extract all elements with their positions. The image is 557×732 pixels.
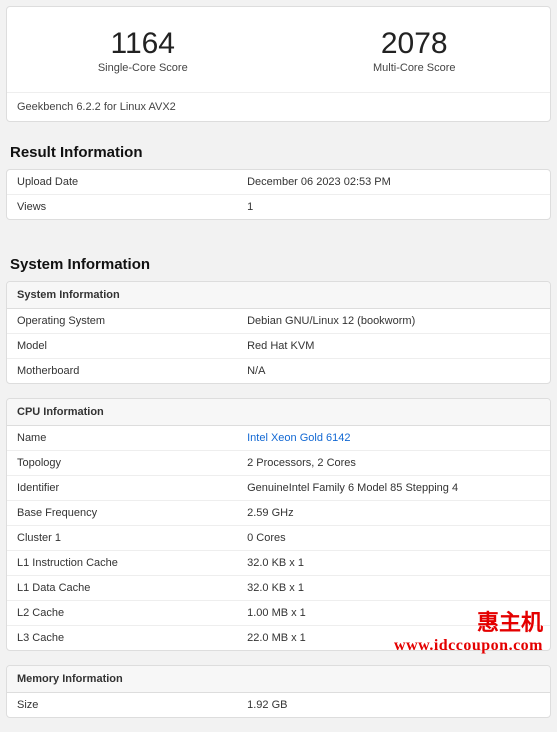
cpu-row: L1 Instruction Cache 32.0 KB x 1 bbox=[7, 551, 550, 576]
cpu-val: 0 Cores bbox=[247, 532, 540, 544]
system-info-panel-title: System Information bbox=[7, 282, 550, 309]
cpu-info-panel: CPU Information Name Intel Xeon Gold 614… bbox=[6, 398, 551, 651]
cpu-name-link[interactable]: Intel Xeon Gold 6142 bbox=[247, 432, 540, 444]
cpu-row: Topology 2 Processors, 2 Cores bbox=[7, 451, 550, 476]
cpu-row: L1 Data Cache 32.0 KB x 1 bbox=[7, 576, 550, 601]
cpu-val: 22.0 MB x 1 bbox=[247, 632, 540, 644]
cpu-row: L3 Cache 22.0 MB x 1 bbox=[7, 626, 550, 650]
system-key: Motherboard bbox=[17, 365, 247, 377]
result-key: Upload Date bbox=[17, 176, 247, 188]
single-core-score: 1164 Single-Core Score bbox=[7, 7, 279, 92]
result-val: 1 bbox=[247, 201, 540, 213]
cpu-key: Name bbox=[17, 432, 247, 444]
system-key: Operating System bbox=[17, 315, 247, 327]
cpu-val: 2 Processors, 2 Cores bbox=[247, 457, 540, 469]
system-info-panel: System Information Operating System Debi… bbox=[6, 281, 551, 384]
result-info-panel: Upload Date December 06 2023 02:53 PM Vi… bbox=[6, 169, 551, 220]
cpu-val: 32.0 KB x 1 bbox=[247, 582, 540, 594]
cpu-key: L2 Cache bbox=[17, 607, 247, 619]
memory-info-panel-title: Memory Information bbox=[7, 666, 550, 693]
cpu-val: 32.0 KB x 1 bbox=[247, 557, 540, 569]
cpu-info-panel-title: CPU Information bbox=[7, 399, 550, 426]
cpu-row: L2 Cache 1.00 MB x 1 bbox=[7, 601, 550, 626]
cpu-row: Cluster 1 0 Cores bbox=[7, 526, 550, 551]
cpu-row: Name Intel Xeon Gold 6142 bbox=[7, 426, 550, 451]
memory-key: Size bbox=[17, 699, 247, 711]
system-val: N/A bbox=[247, 365, 540, 377]
cpu-key: L1 Instruction Cache bbox=[17, 557, 247, 569]
scores-row: 1164 Single-Core Score 2078 Multi-Core S… bbox=[7, 7, 550, 93]
system-row: Operating System Debian GNU/Linux 12 (bo… bbox=[7, 309, 550, 334]
score-footer: Geekbench 6.2.2 for Linux AVX2 bbox=[7, 93, 550, 121]
single-core-value: 1164 bbox=[17, 27, 269, 60]
cpu-key: L1 Data Cache bbox=[17, 582, 247, 594]
multi-core-label: Multi-Core Score bbox=[289, 62, 541, 74]
system-row: Motherboard N/A bbox=[7, 359, 550, 383]
cpu-val: 2.59 GHz bbox=[247, 507, 540, 519]
score-card: 1164 Single-Core Score 2078 Multi-Core S… bbox=[6, 6, 551, 122]
multi-core-value: 2078 bbox=[289, 27, 541, 60]
cpu-key: Topology bbox=[17, 457, 247, 469]
result-val: December 06 2023 02:53 PM bbox=[247, 176, 540, 188]
cpu-key: Cluster 1 bbox=[17, 532, 247, 544]
result-key: Views bbox=[17, 201, 247, 213]
single-core-label: Single-Core Score bbox=[17, 62, 269, 74]
result-row: Views 1 bbox=[7, 195, 550, 219]
cpu-val: 1.00 MB x 1 bbox=[247, 607, 540, 619]
result-info-heading: Result Information bbox=[0, 122, 557, 169]
system-val: Debian GNU/Linux 12 (bookworm) bbox=[247, 315, 540, 327]
system-row: Model Red Hat KVM bbox=[7, 334, 550, 359]
memory-info-panel: Memory Information Size 1.92 GB bbox=[6, 665, 551, 718]
system-info-heading: System Information bbox=[0, 234, 557, 281]
memory-val: 1.92 GB bbox=[247, 699, 540, 711]
cpu-val: GenuineIntel Family 6 Model 85 Stepping … bbox=[247, 482, 540, 494]
result-row: Upload Date December 06 2023 02:53 PM bbox=[7, 170, 550, 195]
cpu-key: L3 Cache bbox=[17, 632, 247, 644]
multi-core-score: 2078 Multi-Core Score bbox=[279, 7, 551, 92]
system-val: Red Hat KVM bbox=[247, 340, 540, 352]
cpu-key: Base Frequency bbox=[17, 507, 247, 519]
system-key: Model bbox=[17, 340, 247, 352]
cpu-row: Identifier GenuineIntel Family 6 Model 8… bbox=[7, 476, 550, 501]
cpu-row: Base Frequency 2.59 GHz bbox=[7, 501, 550, 526]
cpu-key: Identifier bbox=[17, 482, 247, 494]
